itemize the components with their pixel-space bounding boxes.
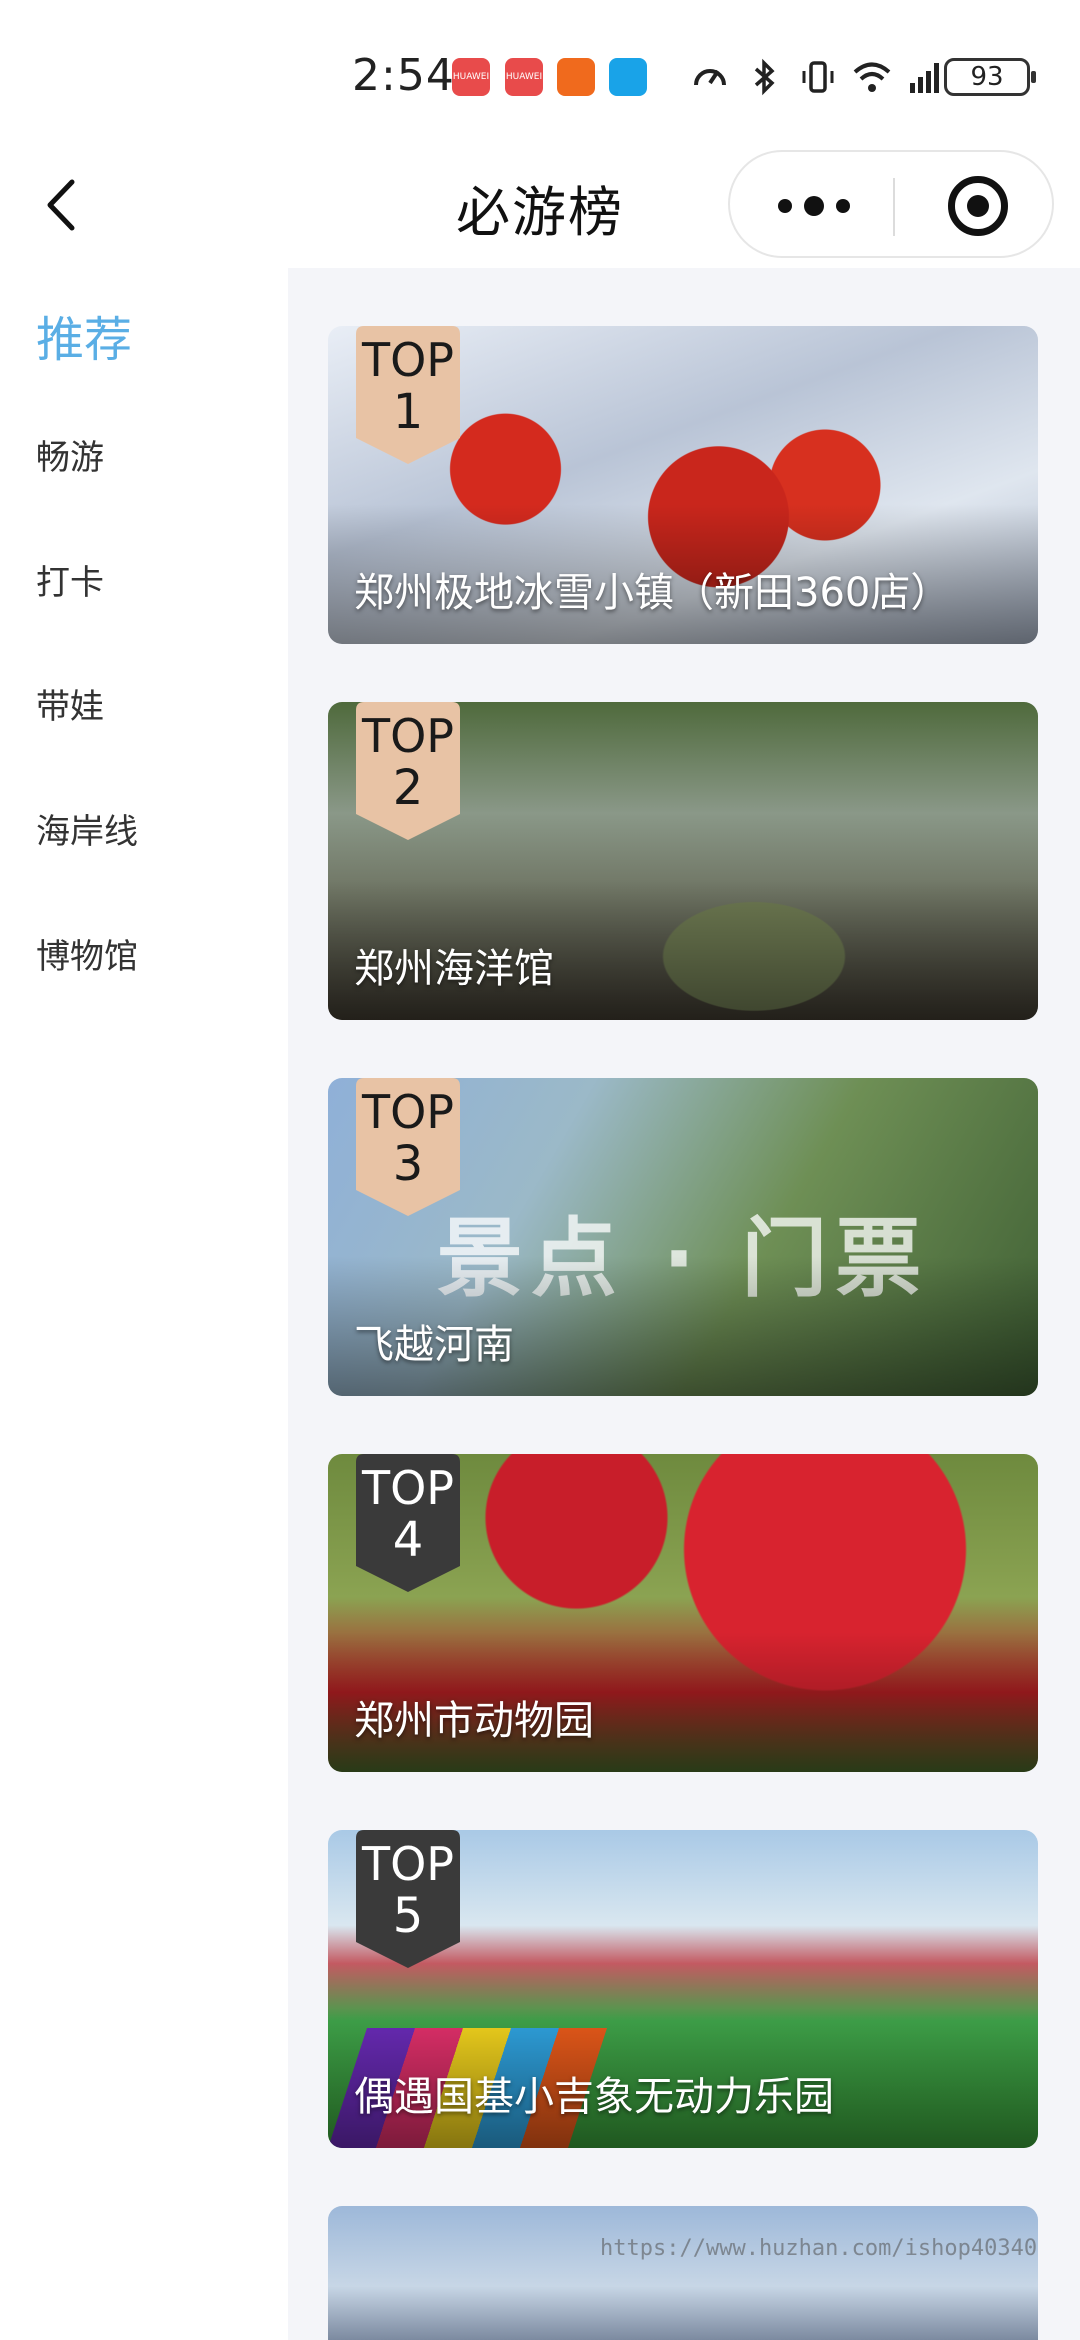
badge-rank-number: 4 [392,1512,424,1568]
sidebar-item-coastline[interactable]: 海岸线 [36,804,138,853]
ranking-list: TOP1 郑州极地冰雪小镇（新田360店） TOP2 郑州海洋馆 景点 · 门票… [288,268,1080,2340]
rank-badge: TOP 2 [356,702,460,840]
sidebar-item-museum[interactable]: 博物馆 [36,929,138,978]
sidebar-item-family[interactable]: 带娃 [36,679,104,728]
ranking-card-partial[interactable] [328,2206,1038,2340]
miniprogram-capsule [728,150,1054,258]
badge-rank-number: 5 [392,1888,424,1944]
huawei-app-icon: HUAWEI [452,58,490,96]
huawei-app-icon: HUAWEI [505,58,543,96]
url-watermark: https://www.huzhan.com/ishop40340 [600,2236,1038,2261]
badge-rank-number: 1 [392,384,424,440]
sidebar-item-recommend[interactable]: 推荐 [36,300,132,370]
capsule-divider [893,178,895,236]
badge-top-label: TOP [361,709,455,763]
more-menu-button[interactable] [758,170,870,242]
status-time: 2:54 [352,50,455,101]
rank-badge: TOP 4 [356,1454,460,1592]
battery-indicator: 93 [944,58,1036,96]
badge-top-label: TOP [361,333,455,387]
attraction-image [328,2206,1038,2340]
ranking-card[interactable]: 景点 · 门票 TOP3 飞越河南 [328,1078,1038,1396]
badge-rank-number: 3 [392,1136,424,1192]
bluetooth-icon [754,58,775,96]
attraction-title: 飞越河南 [354,1322,514,1368]
more-dots-icon [778,199,792,213]
more-dot [804,196,824,216]
sidebar-item-checkin[interactable]: 打卡 [36,555,104,604]
message-app-icon [609,58,647,96]
close-miniprogram-button[interactable] [918,166,1038,246]
attraction-title: 郑州市动物园 [354,1698,594,1744]
speed-icon [694,69,726,86]
ranking-card[interactable]: TOP 2 郑州海洋馆 [328,702,1038,1020]
5g-signal-icon [910,63,939,93]
category-sidebar: 推荐 畅游 打卡 带娃 海岸线 博物馆 [0,268,288,2340]
ranking-card[interactable]: TOP 4 郑州市动物园 [328,1454,1038,1772]
rank-badge: TOP 1 [356,326,460,464]
badge-top-label: TOP [361,1085,455,1139]
badge-top-label: TOP [361,1461,455,1515]
vibrate-icon [802,61,834,93]
ranking-card[interactable]: TOP 5 偶遇国基小吉象无动力乐园 [328,1830,1038,2148]
attraction-title: 偶遇国基小吉象无动力乐园 [354,2074,834,2120]
wifi-icon [853,62,891,92]
rank-badge: TOP 5 [356,1830,460,1968]
rank-badge: TOP 3 [356,1078,460,1216]
system-icons [690,52,946,102]
attraction-title: 郑州极地冰雪小镇（新田360店） [354,570,951,616]
attraction-title: 郑州海洋馆 [354,946,554,992]
ranking-card[interactable]: TOP 1 郑州极地冰雪小镇（新田360店） [328,326,1038,644]
status-bar: 2:54 HUAWEI HUAWEI 93 [0,0,1080,150]
more-dot [836,199,850,213]
kuaishou-app-icon [557,58,595,96]
sidebar-item-tour[interactable]: 畅游 [36,430,104,479]
badge-top-label: TOP [361,1837,455,1891]
badge-rank-number: 2 [392,760,424,816]
target-icon [948,176,1008,236]
